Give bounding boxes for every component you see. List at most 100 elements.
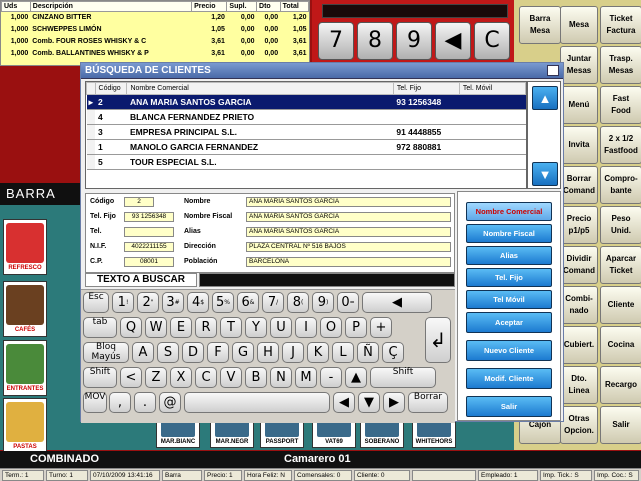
order-row[interactable]: 1,000 CINZANO BITTER 1,20 0,00 0,00 1,20: [2, 12, 309, 24]
cmd-combi-nado[interactable]: Combi- nado: [560, 286, 598, 324]
key-blank[interactable]: ◀: [333, 392, 355, 413]
key-u[interactable]: U: [270, 317, 292, 338]
direccion-field[interactable]: PLAZA CENTRAL Nº 516 BAJOS: [246, 242, 451, 252]
client-col-tel-movil[interactable]: Tel. Móvil: [458, 82, 527, 95]
client-col-tel-fijo[interactable]: Tel. Fijo: [392, 82, 460, 95]
cmd-barra-mesa[interactable]: Barra Mesa: [519, 6, 561, 44]
key-b[interactable]: B: [245, 367, 267, 388]
product-entrantes[interactable]: ENTRANTES: [3, 340, 47, 396]
poblacion-field[interactable]: BARCELONA: [246, 257, 451, 267]
key-g[interactable]: G: [232, 342, 254, 363]
nuevo-cliente-button[interactable]: Nuevo Cliente: [466, 340, 552, 361]
key-blank[interactable]: <: [120, 367, 142, 388]
close-icon[interactable]: [547, 65, 559, 76]
key-tab[interactable]: tab: [83, 317, 117, 338]
key-x[interactable]: X: [170, 367, 192, 388]
search-input[interactable]: [199, 273, 455, 287]
key-z[interactable]: Z: [145, 367, 167, 388]
cmd-cliente[interactable]: Cliente: [600, 286, 641, 324]
key-blank[interactable]: ,: [109, 392, 131, 413]
codigo-field[interactable]: 2: [124, 197, 154, 207]
client-row[interactable]: 4 BLANCA FERNANDEZ PRIETO: [86, 109, 526, 125]
key-s[interactable]: S: [157, 342, 179, 363]
product-refresco[interactable]: REFRESCO: [3, 219, 47, 275]
key-space[interactable]: [184, 392, 330, 413]
key-8[interactable]: 8: [357, 22, 393, 60]
client-col-nombre-comercial[interactable]: Nombre Comercial: [126, 82, 394, 95]
key-n[interactable]: N: [270, 367, 292, 388]
cmd-salir[interactable]: Salir: [600, 406, 641, 444]
key-blank[interactable]: @: [159, 392, 181, 413]
cmd-invita[interactable]: Invita: [560, 126, 598, 164]
cmd-peso-unid[interactable]: Peso Unid.: [600, 206, 641, 244]
nombre-field[interactable]: ANA MARIA SANTOS GARCIA: [246, 197, 451, 207]
cmd-fast-food[interactable]: Fast Food: [600, 86, 641, 124]
sort-alias-button[interactable]: Alias: [466, 246, 552, 265]
cmd-2-x-1-2-fastfood[interactable]: 2 x 1/2 Fastfood: [600, 126, 641, 164]
cmd-juntar-mesas[interactable]: Juntar Mesas: [560, 46, 598, 84]
key-5[interactable]: 5%: [212, 292, 234, 313]
key-shift[interactable]: Shift: [83, 367, 117, 388]
key-c[interactable]: C: [195, 367, 217, 388]
key-8[interactable]: 8(: [287, 292, 309, 313]
cmd-dto-linea[interactable]: Dto. Linea: [560, 366, 598, 404]
key-q[interactable]: Q: [120, 317, 142, 338]
key-d[interactable]: D: [182, 342, 204, 363]
cmd-trasp-mesas[interactable]: Trasp. Mesas: [600, 46, 641, 84]
key-v[interactable]: V: [220, 367, 242, 388]
cmd-menu[interactable]: Menú: [560, 86, 598, 124]
key-r[interactable]: R: [195, 317, 217, 338]
nombrefiscal-field[interactable]: ANA MARIA SANTOS GARCIA: [246, 212, 451, 222]
order-row[interactable]: 1,000 Comb. FOUR ROSES WHISKY & C 3,61 0,00…: [2, 36, 309, 48]
cmd-compro-bante[interactable]: Compro- bante: [600, 166, 641, 204]
cmd-borrar-comand[interactable]: Borrar Comand: [560, 166, 598, 204]
key-borrar[interactable]: Borrar: [408, 392, 448, 413]
client-row[interactable]: 5 TOUR ESPECIAL S.L.: [86, 154, 526, 170]
key-j[interactable]: J: [282, 342, 304, 363]
key-7[interactable]: 7/: [262, 292, 284, 313]
key-0[interactable]: 0=: [337, 292, 359, 313]
key-shift[interactable]: Shift: [370, 367, 436, 388]
key-n[interactable]: Ñ: [357, 342, 379, 363]
key-l[interactable]: L: [332, 342, 354, 363]
aceptar-button[interactable]: Aceptar: [466, 312, 552, 333]
sort-nombre-comercial-button[interactable]: Nombre Comercial: [466, 202, 552, 221]
key-c[interactable]: Ç: [382, 342, 404, 363]
product-pastas[interactable]: PASTAS: [3, 398, 47, 454]
key-blank[interactable]: .: [134, 392, 156, 413]
cmd-dividir-comand[interactable]: Dividir Comand: [560, 246, 598, 284]
client-row[interactable]: 3 EMPRESA PRINCIPAL S.L. 91 4448855: [86, 124, 526, 140]
key-w[interactable]: W: [145, 317, 167, 338]
key-2[interactable]: 2": [137, 292, 159, 313]
cmd-aparcar-ticket[interactable]: Aparcar Ticket: [600, 246, 641, 284]
key-9[interactable]: 9: [396, 22, 432, 60]
sort-tel-movil-button[interactable]: Tel Móvil: [466, 290, 552, 309]
sort-tel-fijo-button[interactable]: Tel. Fijo: [466, 268, 552, 287]
order-row[interactable]: 1,000 SCHWEPPES LIMÓN 1,05 0,00 0,00 1,05: [2, 24, 309, 36]
key-blank[interactable]: -: [320, 367, 342, 388]
key-f[interactable]: F: [207, 342, 229, 363]
client-row[interactable]: 1 MANOLO GARCIA FERNANDEZ 972 880881: [86, 139, 526, 155]
salir-button[interactable]: Salir: [466, 396, 552, 417]
key-4[interactable]: 4$: [187, 292, 209, 313]
key-p[interactable]: P: [345, 317, 367, 338]
key-e[interactable]: E: [170, 317, 192, 338]
order-row[interactable]: 1,000 Comb. BALLANTINES WHISKY & P 3,61 0,0…: [2, 48, 309, 60]
key-y[interactable]: Y: [245, 317, 267, 338]
cmd-mesa[interactable]: Mesa: [560, 6, 598, 44]
key-blank[interactable]: ▼: [358, 392, 380, 413]
key-k[interactable]: K: [307, 342, 329, 363]
key-esc[interactable]: Esc: [83, 292, 109, 313]
key-1[interactable]: 1!: [112, 292, 134, 313]
key-blank[interactable]: ▶: [383, 392, 405, 413]
cmd-precio-p1-p5[interactable]: Precio p1/p5: [560, 206, 598, 244]
sort-nombre-fiscal-button[interactable]: Nombre Fiscal: [466, 224, 552, 243]
cmd-cubiert[interactable]: Cubiert.: [560, 326, 598, 364]
cmd-recargo[interactable]: Recargo: [600, 366, 641, 404]
key-h[interactable]: H: [257, 342, 279, 363]
nif-field[interactable]: 4022211155: [124, 242, 174, 252]
key-o[interactable]: O: [320, 317, 342, 338]
modif-cliente-button[interactable]: Modif. Cliente: [466, 368, 552, 389]
scroll-up-icon[interactable]: ▲: [532, 86, 558, 110]
key-blank[interactable]: ◀: [362, 292, 432, 313]
